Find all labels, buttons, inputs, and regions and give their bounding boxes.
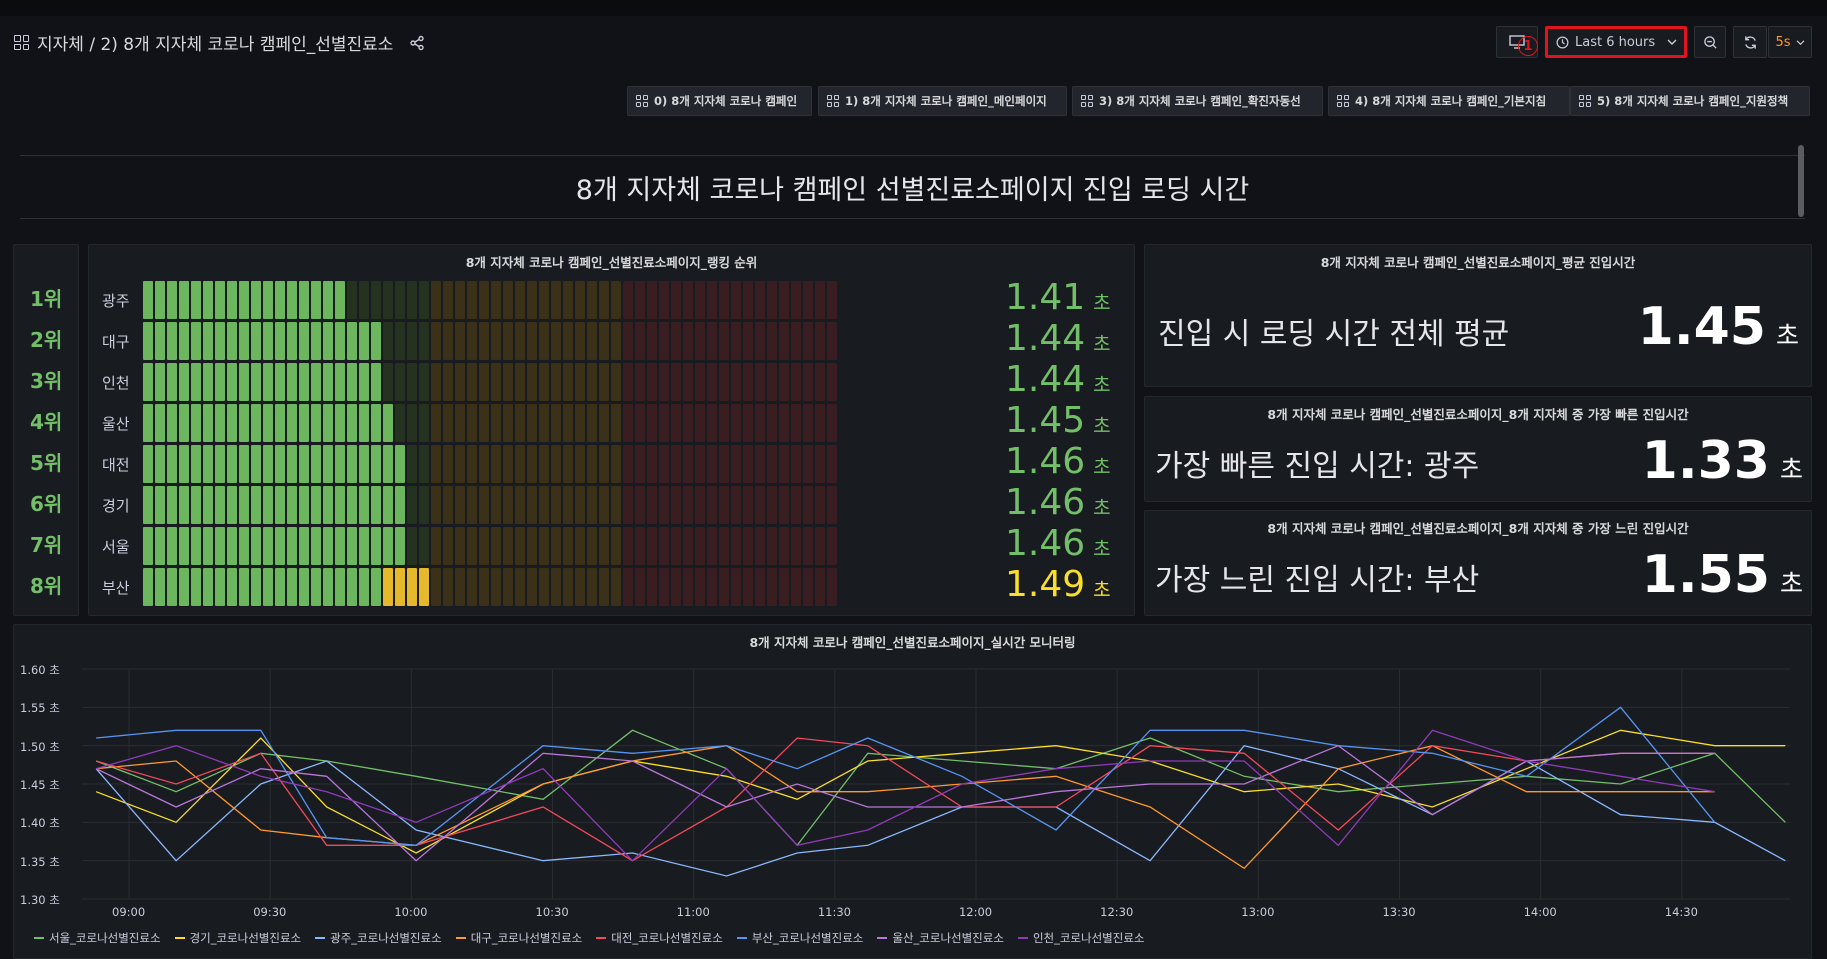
y-tick-label: 1.40 초 — [20, 816, 60, 831]
x-tick-label: 12:00 — [958, 905, 993, 919]
series-line[interactable] — [95, 729, 1715, 862]
x-tick-label: 10:30 — [535, 905, 569, 919]
x-tick-label: 10:00 — [394, 905, 428, 919]
legend-item[interactable]: 대구_코로나선별진료소 — [455, 930, 583, 946]
y-tick-label: 1.55 초 — [20, 701, 60, 716]
series-line[interactable] — [96, 706, 1716, 846]
x-tick-label: 13:00 — [1241, 905, 1275, 919]
legend-item[interactable]: 울산_코로나선별진료소 — [877, 930, 1004, 946]
legend-swatch — [736, 937, 747, 939]
legend-swatch — [877, 937, 888, 939]
chart-legend: 서울_코로나선별진료소 경기_코로나선별진료소 광주_코로나선별진료소 대구_코로나선… — [34, 930, 1145, 946]
legend-label: 서울_코로나선별진료소 — [49, 931, 161, 945]
x-tick-label: 11:00 — [676, 905, 710, 919]
legend-swatch — [34, 937, 44, 939]
y-tick-label: 1.45 초 — [20, 778, 60, 792]
x-tick-label: 09:00 — [112, 905, 146, 919]
legend-label: 대구_코로나선별진료소 — [470, 931, 583, 945]
legend-label: 부산_코로나선별진료소 — [751, 931, 864, 945]
y-tick-label: 1.50 초 — [20, 739, 60, 754]
legend-label: 광주_코로나선별진료소 — [330, 931, 442, 945]
legend-label: 울산_코로나선별진료소 — [892, 931, 1004, 945]
legend-swatch — [315, 937, 326, 939]
y-tick-label: 1.35 초 — [20, 854, 60, 869]
legend-item[interactable]: 대전_코로나선별진료소 — [596, 930, 723, 946]
legend-item[interactable]: 광주_코로나선별진료소 — [315, 930, 442, 946]
legend-label: 경기_코로나선별진료소 — [189, 931, 302, 945]
x-tick-label: 14:00 — [1523, 905, 1557, 919]
x-tick-label: 11:30 — [817, 905, 851, 919]
legend-item[interactable]: 부산_코로나선별진료소 — [736, 930, 864, 946]
legend-item[interactable]: 인천_코로나선별진료소 — [1017, 930, 1145, 946]
legend-swatch — [1017, 937, 1028, 939]
y-tick-label: 1.60 초 — [20, 663, 60, 677]
legend-swatch — [455, 937, 466, 939]
legend-swatch — [596, 937, 607, 939]
legend-item[interactable]: 경기_코로나선별진료소 — [174, 930, 302, 946]
legend-label: 대전_코로나선별진료소 — [611, 931, 723, 945]
x-tick-label: 09:30 — [253, 905, 287, 919]
legend-swatch — [174, 937, 185, 939]
legend-label: 인천_코로나선별진료소 — [1032, 931, 1145, 945]
y-tick-label: 1.30 초 — [20, 893, 60, 907]
x-tick-label: 12:30 — [1100, 905, 1134, 919]
x-tick-label: 14:30 — [1664, 905, 1698, 919]
series-line[interactable] — [95, 729, 1786, 847]
legend-item[interactable]: 서울_코로나선별진료소 — [34, 930, 161, 946]
line-chart[interactable] — [0, 0, 1827, 959]
x-tick-label: 13:30 — [1382, 905, 1416, 919]
